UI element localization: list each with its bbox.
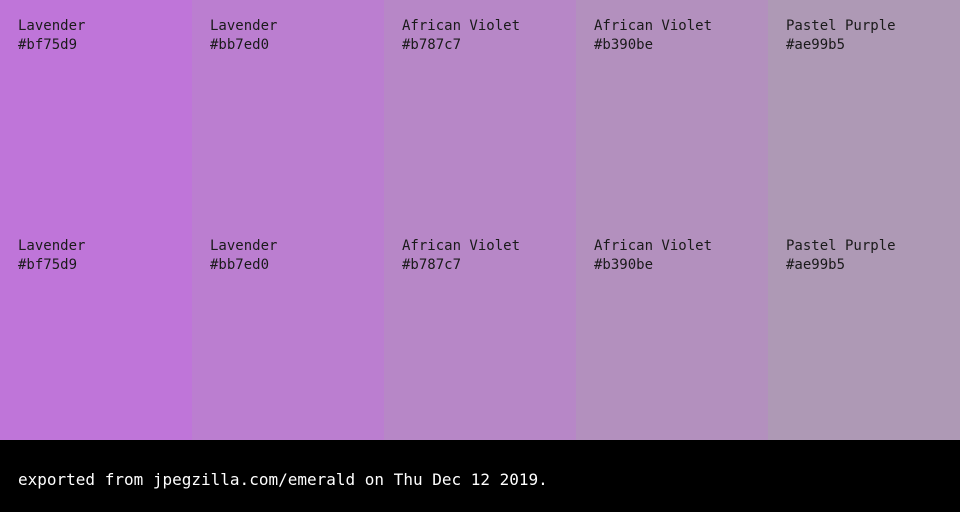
- palette-row-1: Lavender #bf75d9 Lavender #bb7ed0 Africa…: [0, 0, 960, 220]
- swatch-hex-code: #bb7ed0: [210, 257, 270, 273]
- color-swatch: African Violet #b390be: [576, 220, 768, 440]
- export-footer: exported from jpegzilla.com/emerald on T…: [0, 440, 960, 512]
- swatch-hex-code: #b390be: [594, 257, 654, 273]
- color-swatch: Lavender #bf75d9: [0, 220, 192, 440]
- swatch-name: African Violet: [402, 18, 521, 34]
- export-credit-text: exported from jpegzilla.com/emerald on T…: [18, 470, 548, 489]
- color-swatch: African Violet #b787c7: [384, 0, 576, 220]
- swatch-name: African Violet: [594, 18, 713, 34]
- color-swatch: Pastel Purple #ae99b5: [768, 0, 960, 220]
- color-swatch: African Violet #b787c7: [384, 220, 576, 440]
- swatch-name: Pastel Purple: [786, 18, 896, 34]
- color-swatch: Pastel Purple #ae99b5: [768, 220, 960, 440]
- color-swatch: Lavender #bb7ed0: [192, 220, 384, 440]
- color-palette: Lavender #bf75d9 Lavender #bb7ed0 Africa…: [0, 0, 960, 440]
- swatch-name: African Violet: [402, 238, 521, 254]
- swatch-hex-code: #b787c7: [402, 257, 462, 273]
- swatch-name: Lavender: [210, 18, 278, 34]
- color-swatch: Lavender #bb7ed0: [192, 0, 384, 220]
- swatch-hex-code: #bf75d9: [18, 37, 78, 53]
- swatch-hex-code: #b390be: [594, 37, 654, 53]
- swatch-hex-code: #b787c7: [402, 37, 462, 53]
- swatch-name: Lavender: [210, 238, 278, 254]
- swatch-hex-code: #ae99b5: [786, 257, 846, 273]
- swatch-hex-code: #ae99b5: [786, 37, 846, 53]
- swatch-name: Lavender: [18, 18, 86, 34]
- color-swatch: African Violet #b390be: [576, 0, 768, 220]
- palette-row-2: Lavender #bf75d9 Lavender #bb7ed0 Africa…: [0, 220, 960, 440]
- swatch-name: African Violet: [594, 238, 713, 254]
- swatch-name: Pastel Purple: [786, 238, 896, 254]
- swatch-hex-code: #bf75d9: [18, 257, 78, 273]
- swatch-hex-code: #bb7ed0: [210, 37, 270, 53]
- swatch-name: Lavender: [18, 238, 86, 254]
- color-swatch: Lavender #bf75d9: [0, 0, 192, 220]
